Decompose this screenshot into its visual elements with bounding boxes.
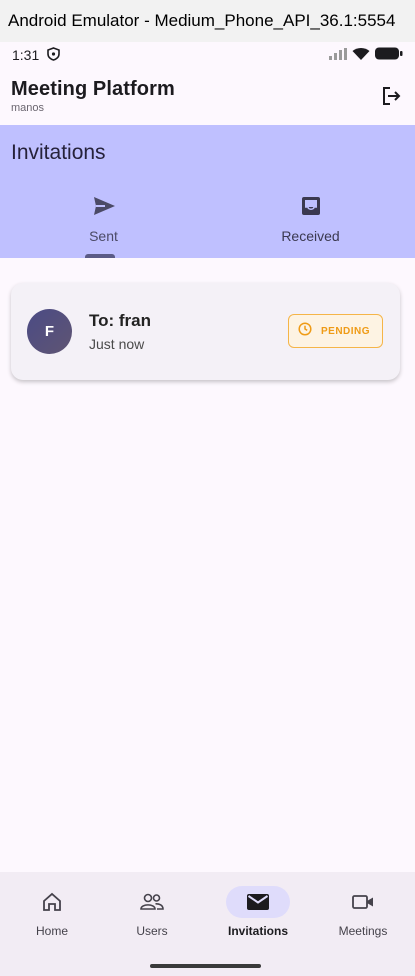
gesture-handle[interactable]: [150, 964, 261, 968]
nav-meetings[interactable]: Meetings: [311, 886, 415, 946]
tab-indicator: [85, 254, 115, 258]
status-bar: 1:31: [0, 42, 415, 68]
avatar: F: [27, 309, 72, 354]
nav-icon-container: [120, 886, 184, 918]
tab-received[interactable]: Received: [207, 195, 414, 258]
invitation-card[interactable]: F To: fran Just now PENDING: [11, 283, 400, 380]
wifi-icon: [352, 47, 370, 64]
nav-users[interactable]: Users: [100, 886, 204, 946]
app-title: Meeting Platform: [11, 78, 175, 100]
signal-icon: [329, 47, 347, 63]
home-icon: [43, 892, 61, 911]
nav-icon-container: [226, 886, 290, 918]
status-indicators: [329, 47, 403, 64]
nav-label: Meetings: [338, 924, 388, 938]
clock-icon: [298, 321, 312, 341]
tab-sent[interactable]: Sent: [0, 195, 207, 258]
shield-icon: [47, 46, 61, 64]
nav-invitations[interactable]: Invitations: [206, 886, 310, 946]
tab-label: Sent: [89, 228, 118, 244]
video-icon: [352, 895, 373, 909]
users-icon: [140, 893, 164, 910]
bottom-navigation: Home Users Invitations Meetings: [0, 872, 415, 976]
inbox-icon: [207, 195, 414, 222]
current-username: manos: [11, 102, 45, 114]
invitation-time: Just now: [89, 336, 145, 352]
battery-icon: [375, 47, 403, 63]
section-title: Invitations: [11, 141, 106, 164]
nav-label: Home: [35, 924, 68, 938]
logout-icon: [383, 87, 401, 105]
nav-label: Invitations: [227, 924, 288, 938]
invitations-header: Invitations Sent Received: [0, 125, 415, 258]
nav-icon-container: [20, 886, 84, 918]
status-label: PENDING: [321, 325, 371, 337]
invitation-recipient: To: fran: [89, 311, 152, 330]
mail-icon: [247, 894, 269, 910]
status-time: 1:31: [12, 47, 40, 63]
emulator-window-title: Android Emulator - Medium_Phone_API_36.1…: [0, 0, 415, 42]
logout-button[interactable]: [379, 84, 403, 108]
status-badge: PENDING: [288, 314, 383, 348]
nav-label: Users: [136, 924, 168, 938]
app-bar: Meeting Platform manos: [0, 68, 415, 125]
tab-label: Received: [281, 228, 340, 244]
nav-home[interactable]: Home: [0, 886, 104, 946]
send-icon: [0, 195, 207, 222]
nav-icon-container: [331, 886, 395, 918]
